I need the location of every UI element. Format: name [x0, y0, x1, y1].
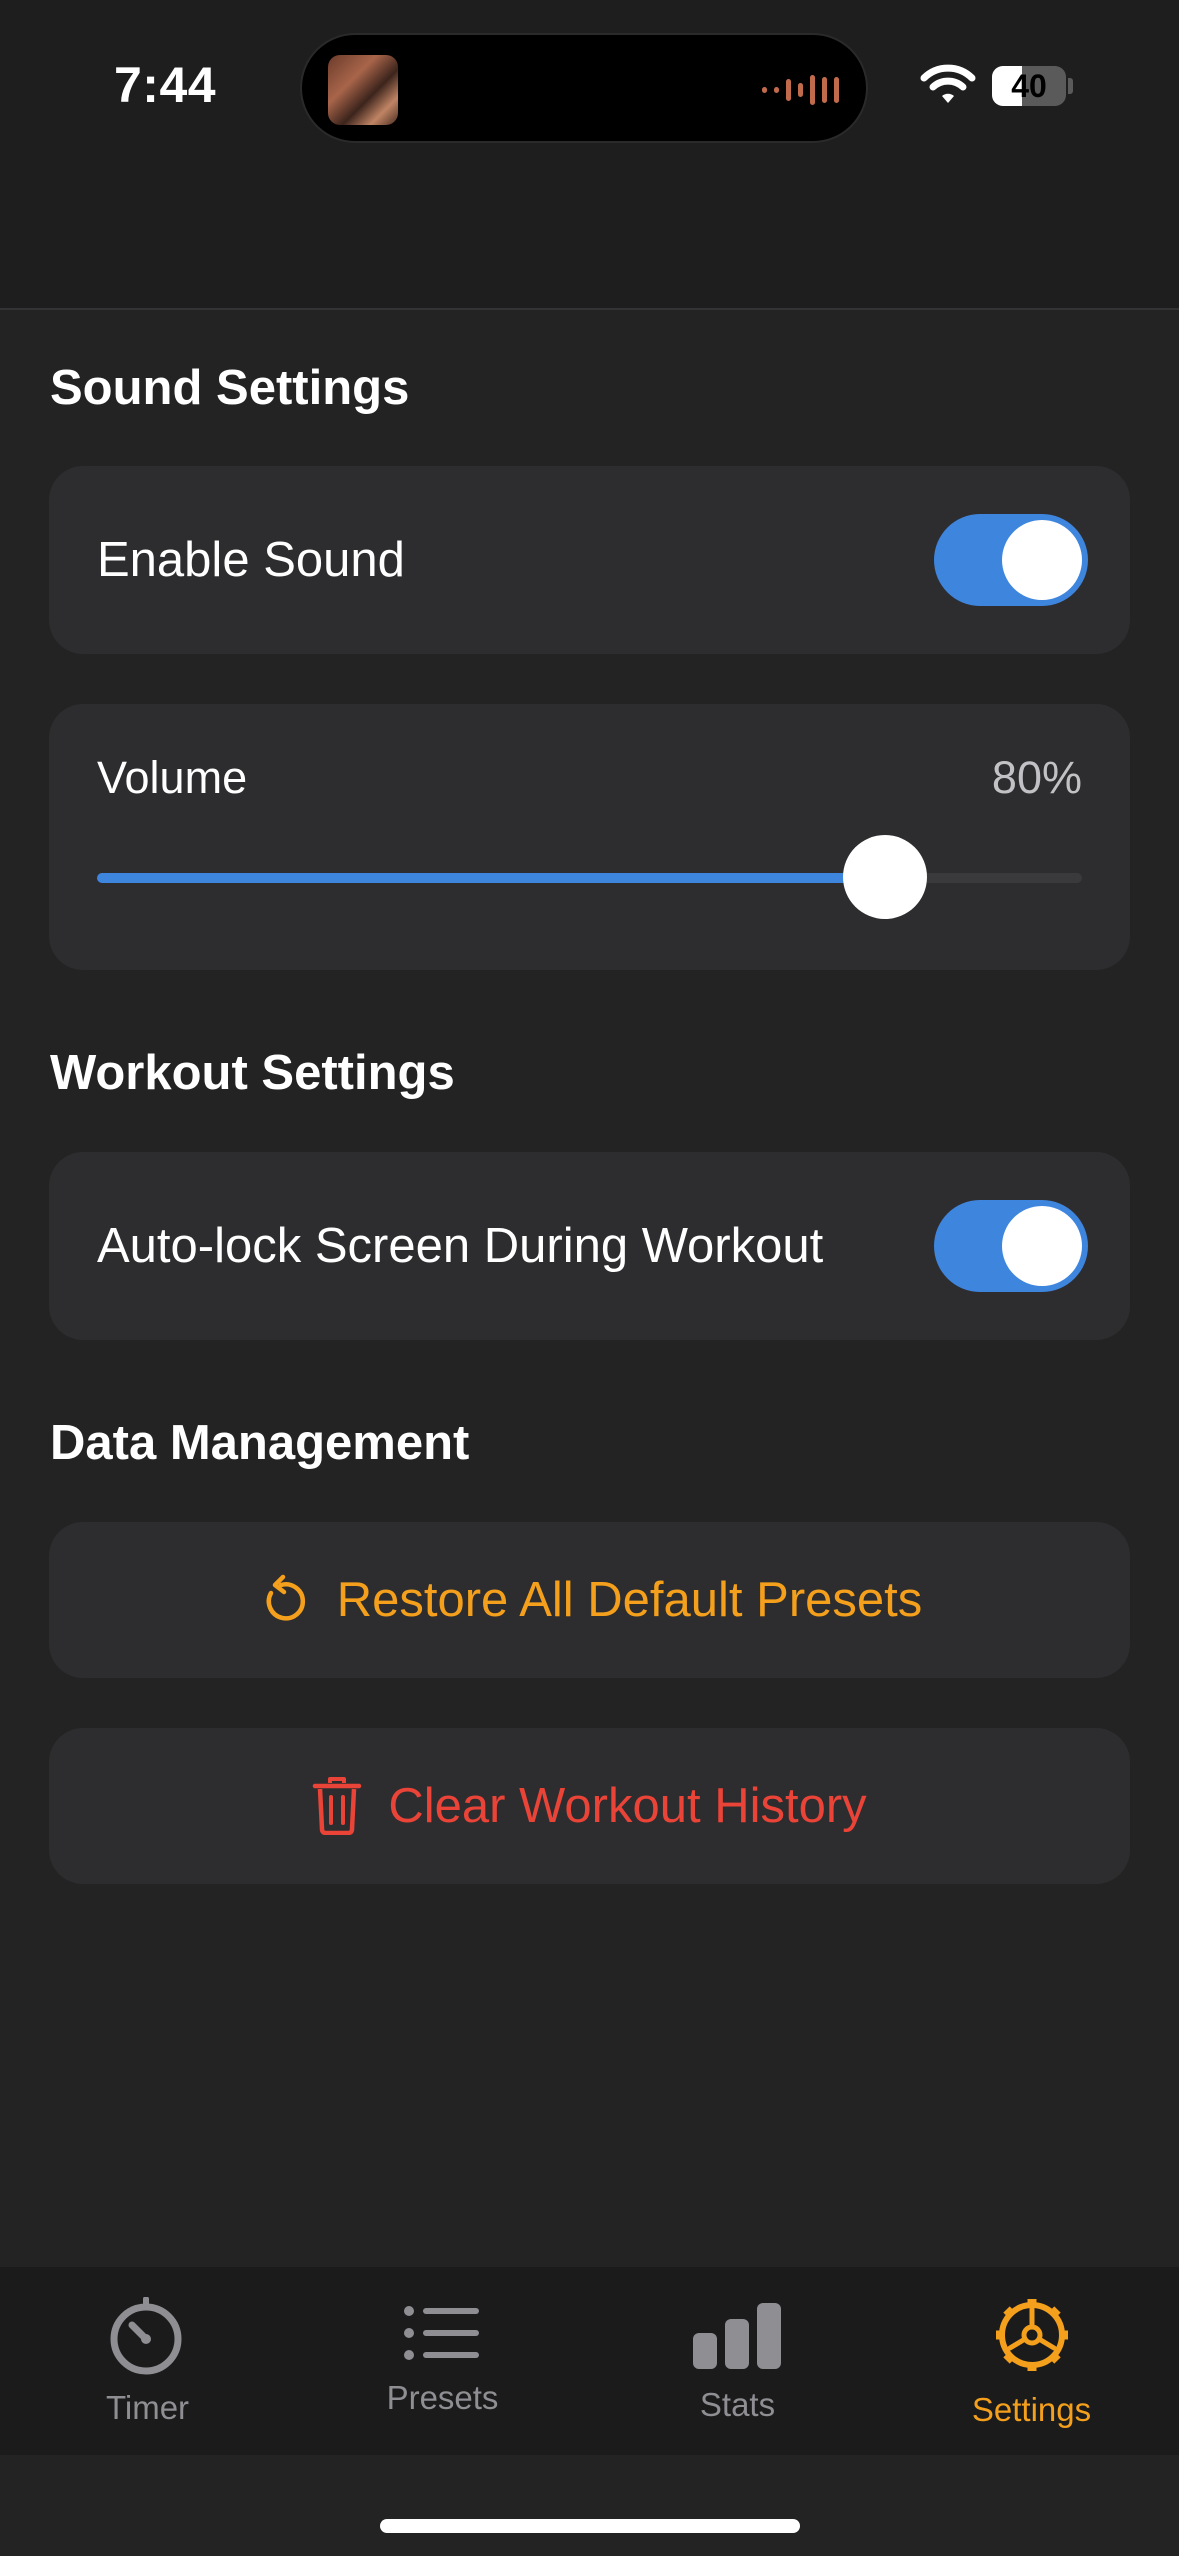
tab-settings-label: Settings	[971, 2391, 1092, 2428]
battery-nub	[1068, 78, 1073, 94]
volume-slider[interactable]	[97, 835, 1082, 919]
auto-lock-label: Auto-lock Screen During Workout	[97, 1219, 824, 1273]
tab-timer[interactable]: Timer	[0, 2267, 295, 2455]
stopwatch-icon	[110, 2297, 182, 2375]
album-art-thumbnail	[328, 55, 398, 125]
status-time: 7:44	[114, 57, 217, 113]
restore-presets-button[interactable]: Restore All Default Presets	[49, 1522, 1130, 1678]
tab-bar: Timer Presets Stats Settings	[0, 2267, 1179, 2455]
restore-arrow-icon	[266, 1574, 305, 1621]
auto-lock-toggle[interactable]	[934, 1200, 1088, 1292]
wifi-icon	[920, 64, 976, 103]
volume-slider-fill	[97, 873, 885, 883]
volume-slider-thumb[interactable]	[843, 835, 927, 919]
trash-icon	[313, 1777, 362, 1835]
tab-stats[interactable]: Stats	[590, 2267, 885, 2455]
tab-stats-label: Stats	[699, 2386, 776, 2423]
restore-presets-label: Restore All Default Presets	[336, 1573, 923, 1627]
enable-sound-label: Enable Sound	[97, 533, 405, 587]
volume-value: 80%	[991, 752, 1082, 803]
home-indicator	[380, 2519, 800, 2533]
auto-lock-row: Auto-lock Screen During Workout	[49, 1152, 1130, 1340]
dynamic-island[interactable]	[300, 33, 868, 143]
toggle-knob	[1002, 1206, 1082, 1286]
tab-presets[interactable]: Presets	[295, 2267, 590, 2455]
tab-timer-label: Timer	[105, 2389, 190, 2426]
audio-waveform-icon	[762, 75, 839, 105]
data-management-title: Data Management	[50, 1416, 470, 1470]
tab-settings[interactable]: Settings	[884, 2267, 1179, 2455]
battery-indicator: 40	[992, 66, 1066, 106]
list-icon	[404, 2306, 479, 2360]
sound-settings-title: Sound Settings	[50, 361, 410, 415]
volume-label: Volume	[97, 752, 248, 803]
toggle-knob	[1002, 520, 1082, 600]
volume-card: Volume 80%	[49, 704, 1130, 970]
header-area: 7:44 40	[0, 0, 1179, 310]
bar-chart-icon	[693, 2303, 781, 2369]
tab-presets-label: Presets	[386, 2379, 499, 2416]
clear-history-button[interactable]: Clear Workout History	[49, 1728, 1130, 1884]
enable-sound-row: Enable Sound	[49, 466, 1130, 654]
enable-sound-toggle[interactable]	[934, 514, 1088, 606]
clear-history-label: Clear Workout History	[388, 1779, 867, 1833]
workout-settings-title: Workout Settings	[50, 1046, 455, 1100]
gear-icon	[996, 2299, 1068, 2371]
battery-level-text: 40	[1011, 68, 1047, 104]
